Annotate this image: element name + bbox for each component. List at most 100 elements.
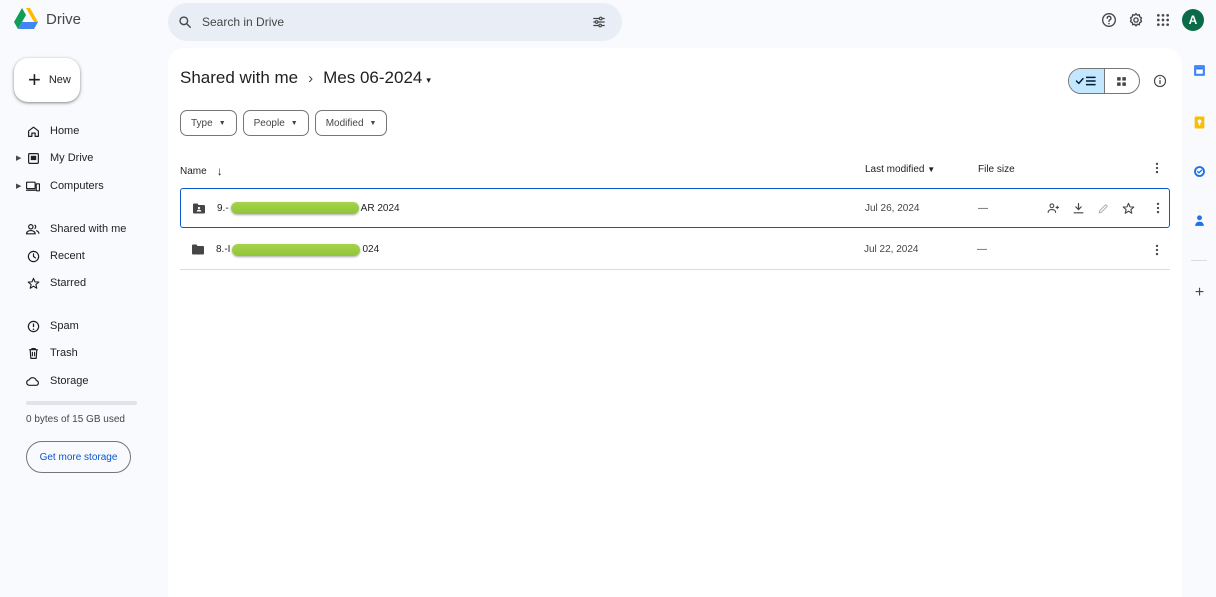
more-vert-icon[interactable]	[1150, 161, 1164, 175]
sidebar-item-label: Recent	[50, 250, 85, 262]
sidebar-item-label: Home	[50, 125, 80, 137]
breadcrumb-current-folder[interactable]: Mes 06-2024 ▾	[323, 68, 431, 88]
new-button[interactable]: + New	[14, 58, 80, 102]
breadcrumb-current-label: Mes 06-2024	[323, 68, 423, 87]
expand-arrow-icon[interactable]: ▶	[16, 182, 21, 190]
grid-view-icon	[1117, 76, 1127, 86]
more-vert-icon[interactable]	[1151, 201, 1165, 215]
sidebar-item-label: Storage	[50, 375, 89, 387]
drive-logo[interactable]: Drive	[14, 6, 81, 32]
dropdown-caret-icon: ▼	[369, 119, 377, 127]
storage-usage-text: 0 bytes of 15 GB used	[26, 414, 125, 425]
apps-grid-icon[interactable]	[1155, 12, 1171, 28]
file-name-prefix: 8.-I	[216, 244, 231, 255]
add-addon-icon[interactable]: +	[1193, 285, 1206, 301]
more-vert-icon[interactable]	[1150, 243, 1164, 257]
cloud-icon	[26, 374, 40, 388]
my-drive-icon	[26, 151, 40, 165]
file-name: 8.-I 024	[216, 243, 380, 256]
shared-folder-icon	[193, 203, 205, 213]
sidebar-item-storage[interactable]: Storage	[12, 370, 152, 392]
expand-arrow-icon[interactable]: ▶	[16, 154, 21, 162]
clock-icon	[26, 249, 40, 263]
file-name: 9.- AR 2024	[217, 202, 400, 214]
folder-icon	[192, 244, 204, 255]
plus-icon: +	[28, 67, 41, 92]
filter-chips: Type ▼ People ▼ Modified ▼	[180, 110, 388, 136]
sidebar-item-shared-with-me[interactable]: Shared with me	[12, 218, 152, 240]
sidebar-item-trash[interactable]: Trash	[12, 342, 152, 364]
sidebar-item-my-drive[interactable]: ▶ My Drive	[12, 147, 152, 169]
file-row[interactable]: 8.-I 024 Jul 22, 2024 —	[180, 230, 1170, 270]
filter-chip-modified[interactable]: Modified ▼	[314, 110, 388, 136]
download-icon[interactable]	[1072, 202, 1085, 215]
filter-chip-people[interactable]: People ▼	[242, 110, 309, 136]
sidebar-item-spam[interactable]: Spam	[12, 315, 152, 337]
file-name-prefix: 9.-	[217, 202, 229, 214]
file-name-suffix: AR 2024	[360, 202, 400, 214]
search-options-icon[interactable]	[592, 15, 606, 29]
search-bar[interactable]	[168, 3, 622, 41]
sidebar-item-recent[interactable]: Recent	[12, 245, 152, 267]
contacts-icon[interactable]	[1193, 214, 1206, 227]
side-panel: +	[1182, 48, 1216, 597]
folder-menu-caret-icon[interactable]: ▾	[426, 75, 431, 85]
sidebar-item-label: My Drive	[50, 152, 94, 164]
get-more-storage-button[interactable]: Get more storage	[26, 441, 131, 473]
sidebar-item-starred[interactable]: Starred	[12, 272, 152, 294]
column-label: Name	[180, 165, 207, 177]
redaction-mark	[230, 202, 359, 214]
sidebar-item-label: Computers	[50, 180, 104, 192]
help-icon[interactable]	[1101, 12, 1117, 28]
trash-icon	[26, 346, 40, 360]
file-list-header: Name ↓ Last modified ▼ File size	[180, 158, 1170, 184]
dropdown-caret-icon: ▼	[927, 165, 936, 174]
row-actions	[1047, 202, 1135, 215]
file-size: —	[978, 202, 988, 214]
file-name-suffix: 024	[362, 244, 380, 255]
file-row[interactable]: 9.- AR 2024 Jul 26, 2024 —	[180, 188, 1170, 228]
info-icon[interactable]	[1153, 74, 1167, 88]
file-size: —	[977, 244, 987, 255]
sidebar-item-computers[interactable]: ▶ Computers	[12, 175, 152, 197]
chip-label: Modified	[325, 117, 364, 129]
home-icon	[26, 124, 40, 138]
shared-icon	[26, 222, 40, 236]
search-input[interactable]	[202, 15, 582, 29]
list-view-icon	[1075, 76, 1096, 86]
column-header-file-size[interactable]: File size	[978, 164, 1015, 175]
file-last-modified: Jul 26, 2024	[865, 202, 920, 214]
breadcrumb-root[interactable]: Shared with me	[180, 68, 298, 88]
dropdown-caret-icon: ▼	[218, 119, 226, 127]
calendar-icon[interactable]	[1193, 64, 1206, 77]
sort-arrow-icon[interactable]: ↓	[217, 164, 223, 178]
filter-chip-type[interactable]: Type ▼	[180, 110, 237, 136]
column-label: Last modified	[865, 164, 925, 175]
settings-icon[interactable]	[1128, 12, 1144, 28]
dropdown-caret-icon: ▼	[290, 119, 298, 127]
star-icon	[26, 276, 40, 290]
sidebar-item-label: Spam	[50, 320, 79, 332]
sidebar-item-home[interactable]: Home	[12, 120, 152, 142]
keep-icon[interactable]	[1193, 116, 1206, 129]
column-header-last-modified[interactable]: Last modified ▼	[865, 164, 935, 175]
app-name: Drive	[46, 10, 82, 28]
sidebar-item-label: Trash	[50, 347, 78, 359]
share-icon[interactable]	[1047, 202, 1060, 215]
new-button-label: New	[48, 74, 71, 86]
star-icon[interactable]	[1122, 202, 1135, 215]
column-header-name[interactable]: Name ↓	[180, 164, 223, 178]
chip-label: Type	[191, 117, 213, 129]
tasks-icon[interactable]	[1193, 165, 1206, 178]
sidebar-item-label: Starred	[50, 277, 87, 289]
sidebar-item-label: Shared with me	[50, 223, 127, 235]
rename-icon[interactable]	[1097, 202, 1110, 215]
list-view-button[interactable]	[1069, 69, 1104, 93]
file-last-modified: Jul 22, 2024	[864, 244, 919, 255]
main-content: Shared with me › Mes 06-2024 ▾ Type ▼ Peop…	[168, 48, 1182, 597]
view-toggle	[1068, 68, 1140, 94]
account-avatar[interactable]: A	[1182, 9, 1204, 31]
storage-progress-bar	[26, 401, 137, 405]
search-icon[interactable]	[178, 15, 192, 29]
grid-view-button[interactable]	[1103, 69, 1140, 93]
